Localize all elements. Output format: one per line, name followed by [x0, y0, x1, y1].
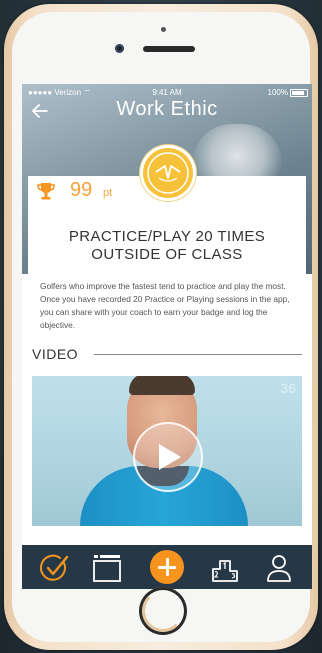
tab-sessions[interactable]: [90, 551, 124, 585]
battery-percent: 100%: [267, 88, 288, 97]
app-screen: ●●●●● Verizon ⌔ 9:41 AM 100% Work Ethic …: [22, 84, 312, 589]
bottom-tab-bar: [22, 545, 312, 589]
calendar-icon: [93, 555, 121, 582]
add-session-button[interactable]: [150, 550, 184, 584]
objective-description: Golfers who improve the fastest tend to …: [40, 281, 290, 330]
proximity-sensor: [161, 27, 166, 32]
video-frame-hair: [129, 376, 195, 395]
play-button[interactable]: [133, 422, 203, 492]
badge-medal-icon: [143, 148, 193, 198]
objective-title-line2: OUTSIDE OF CLASS: [91, 246, 243, 263]
tab-profile[interactable]: [262, 551, 296, 585]
points-unit: pt: [103, 187, 113, 199]
checkmark-circle-icon: [39, 554, 69, 581]
profile-icon: [267, 555, 291, 582]
points-value: 99: [70, 179, 93, 201]
trophy-icon: [37, 183, 55, 200]
video-section-label: VIDEO: [32, 346, 79, 362]
video-player[interactable]: 36: [32, 376, 302, 526]
earpiece-speaker: [143, 46, 195, 52]
tab-objectives[interactable]: [38, 551, 72, 585]
front-camera: [115, 44, 124, 53]
play-icon: [159, 444, 181, 470]
page-title: Work Ethic: [116, 98, 218, 120]
battery-icon: [290, 89, 308, 97]
brand-watermark: 36: [280, 380, 296, 396]
objective-title-line1: PRACTICE/PLAY 20 TIMES: [68, 228, 266, 245]
home-button[interactable]: [139, 587, 187, 635]
tab-leaderboard[interactable]: [208, 551, 242, 585]
objective-title: PRACTICE/PLAY 20 TIMES OUTSIDE OF CLASS: [22, 228, 312, 264]
leaderboard-icon: [212, 560, 238, 582]
section-divider: [94, 354, 302, 355]
